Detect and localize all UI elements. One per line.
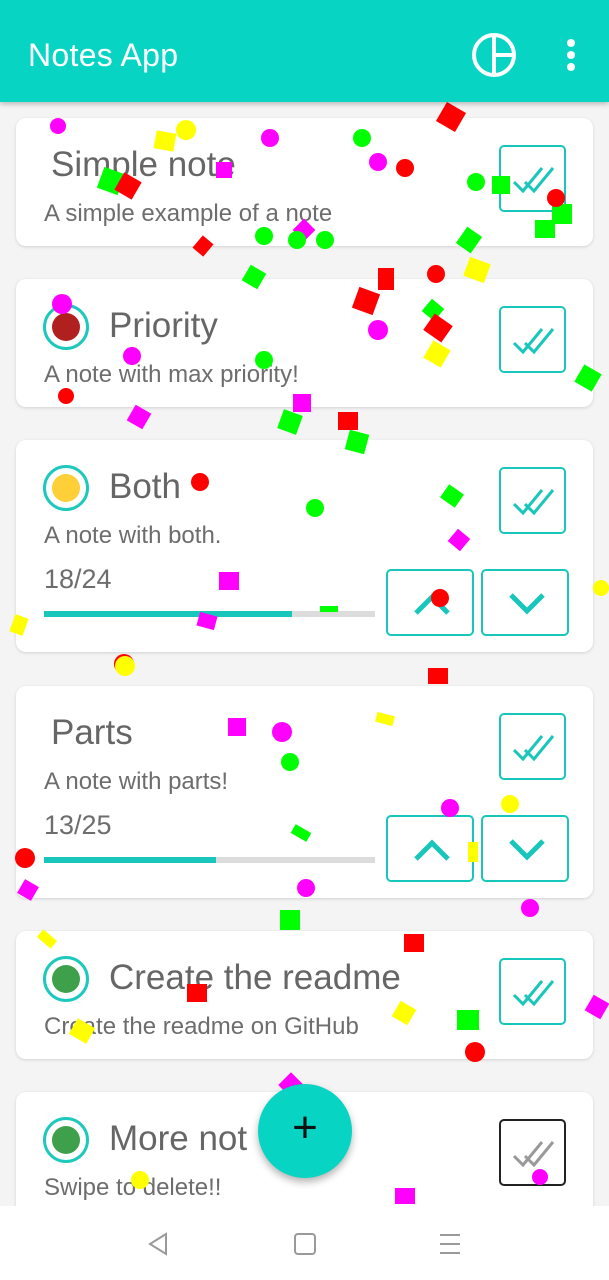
home-square-icon[interactable] xyxy=(285,1224,325,1264)
note-card-readme[interactable]: Create the readme Create the readme on G… xyxy=(16,931,593,1059)
double-check-icon xyxy=(512,980,555,1007)
add-note-button[interactable]: + xyxy=(258,1084,352,1178)
double-check-icon xyxy=(512,735,555,762)
pie-chart-icon[interactable] xyxy=(470,31,518,79)
progress-bar xyxy=(44,611,375,617)
note-title: Priority xyxy=(109,306,218,345)
done-checkbox[interactable] xyxy=(499,1119,566,1186)
progress-bar xyxy=(44,857,375,863)
system-nav-bar xyxy=(0,1206,609,1280)
more-vert-icon[interactable] xyxy=(556,38,586,72)
decrement-button[interactable] xyxy=(481,815,569,882)
priority-indicator xyxy=(43,465,89,511)
priority-low-dot xyxy=(52,1126,80,1154)
priority-max-dot xyxy=(52,313,80,341)
note-description: A note with max priority! xyxy=(44,361,299,388)
parts-count: 13/25 xyxy=(44,810,112,840)
add-icon: + xyxy=(292,1103,318,1152)
done-checkbox[interactable] xyxy=(499,467,566,534)
done-checkbox[interactable] xyxy=(499,306,566,373)
notes-list[interactable]: Simple note A simple example of a note P… xyxy=(0,102,609,1206)
note-title: Both xyxy=(109,467,181,506)
double-check-icon xyxy=(512,489,555,516)
note-title: Simple note xyxy=(51,145,236,184)
decrement-button[interactable] xyxy=(481,569,569,636)
progress-fill xyxy=(44,857,217,863)
note-title: Parts xyxy=(51,713,133,752)
priority-medium-dot xyxy=(52,474,80,502)
note-card-parts[interactable]: Parts A note with parts! 13/25 xyxy=(16,686,593,898)
done-checkbox[interactable] xyxy=(499,145,566,212)
note-card-simple[interactable]: Simple note A simple example of a note xyxy=(16,118,593,246)
menu-lines-icon[interactable] xyxy=(430,1224,470,1264)
note-card-priority[interactable]: Priority A note with max priority! xyxy=(16,279,593,407)
note-title: Create the readme xyxy=(109,958,401,997)
priority-indicator xyxy=(43,956,89,1002)
progress-fill xyxy=(44,611,293,617)
double-check-icon xyxy=(512,1141,555,1168)
note-description: A note with both. xyxy=(44,522,222,549)
chevron-down-icon xyxy=(509,593,545,615)
note-description: A simple example of a note xyxy=(44,200,333,227)
increment-button[interactable] xyxy=(386,815,474,882)
app-bar: Notes App xyxy=(0,0,609,102)
priority-indicator xyxy=(43,304,89,350)
note-description: Create the readme on GitHub xyxy=(44,1013,359,1040)
parts-count: 18/24 xyxy=(44,564,112,594)
done-checkbox[interactable] xyxy=(499,713,566,780)
note-description: Swipe to delete!! xyxy=(44,1174,222,1201)
chevron-up-icon xyxy=(414,839,450,861)
priority-low-dot xyxy=(52,965,80,993)
increment-button[interactable] xyxy=(386,569,474,636)
note-title: More not xyxy=(109,1119,248,1158)
double-check-icon xyxy=(512,328,555,355)
note-card-both[interactable]: Both A note with both. 18/24 xyxy=(16,440,593,652)
note-description: A note with parts! xyxy=(44,768,229,795)
app-title: Notes App xyxy=(28,37,179,73)
priority-indicator xyxy=(43,1117,89,1163)
double-check-icon xyxy=(512,167,555,194)
done-checkbox[interactable] xyxy=(499,958,566,1025)
chevron-down-icon xyxy=(509,839,545,861)
back-triangle-icon[interactable] xyxy=(138,1224,178,1264)
chevron-up-icon xyxy=(414,593,450,615)
